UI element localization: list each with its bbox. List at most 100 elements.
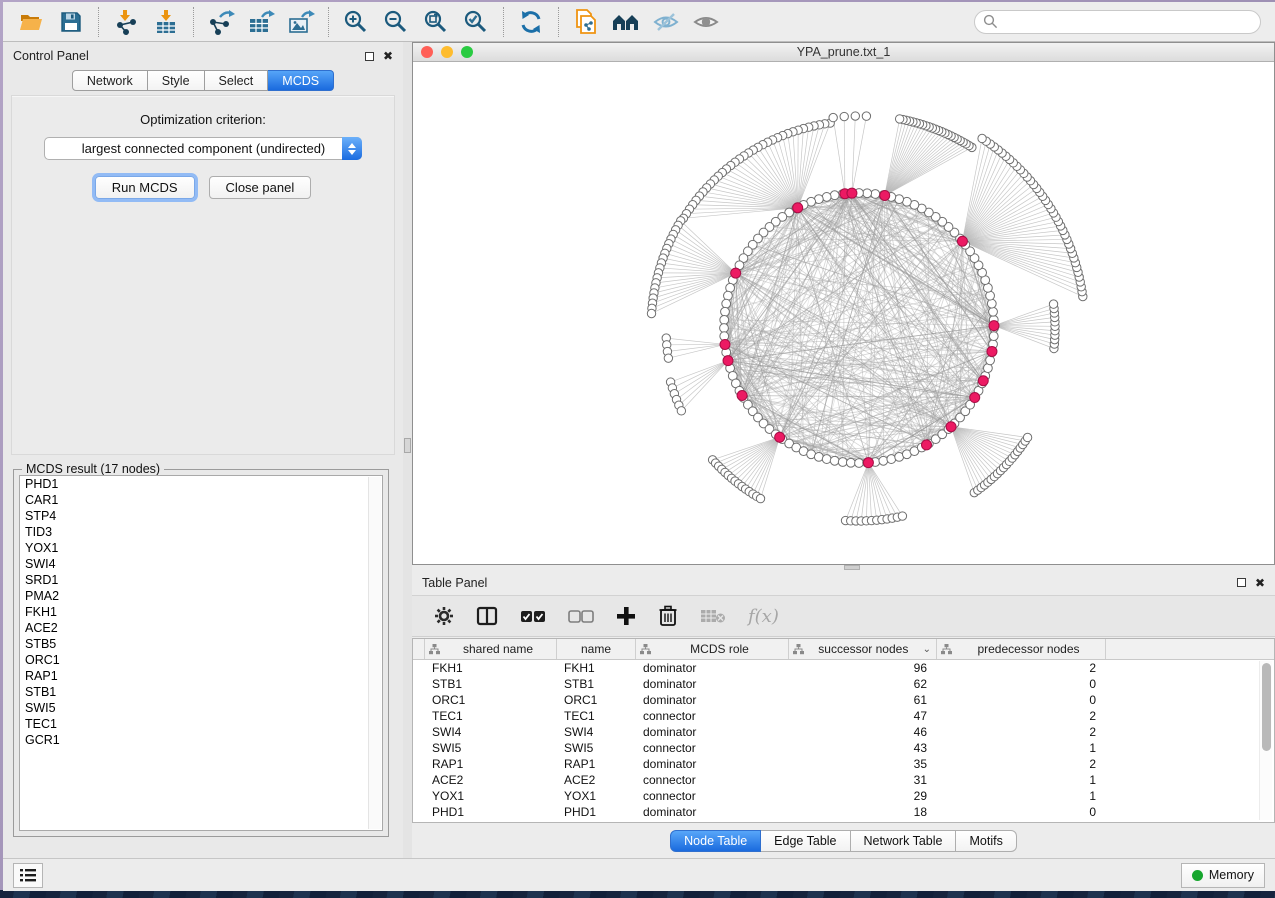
mcds-result-item[interactable]: YOX1 [20,540,382,556]
table-scrollbar[interactable] [1259,661,1272,820]
table-cell[interactable]: 2 [937,709,1106,723]
column-header-mcds-role[interactable]: MCDS role [636,639,789,659]
refresh-view-button[interactable] [511,6,551,38]
table-cell[interactable]: connector [636,789,789,803]
table-cell[interactable]: dominator [636,693,789,707]
table-row[interactable]: SWI5SWI5connector431 [413,740,1274,756]
network-canvas[interactable] [413,62,1274,564]
table-cell[interactable]: 2 [937,661,1106,675]
memory-button[interactable]: Memory [1181,863,1265,888]
select-all-button[interactable] [520,610,546,623]
table-cell[interactable]: ACE2 [425,773,557,787]
column-layout-button[interactable] [476,606,498,626]
table-settings-button[interactable] [434,606,454,626]
zoom-fit-button[interactable] [416,6,456,38]
table-row[interactable]: PHD1PHD1dominator180 [413,804,1274,820]
table-cell[interactable]: 1 [937,741,1106,755]
show-panels-button[interactable] [13,863,43,888]
mcds-list-scrollbar[interactable] [368,477,381,829]
run-mcds-button[interactable]: Run MCDS [95,176,195,199]
mcds-result-item[interactable]: STB5 [20,636,382,652]
mcds-result-item[interactable]: PMA2 [20,588,382,604]
table-row[interactable]: TEC1TEC1connector472 [413,708,1274,724]
table-cell[interactable]: YOX1 [557,789,636,803]
tab-select[interactable]: Select [205,70,269,91]
table-cell[interactable]: 0 [937,693,1106,707]
mcds-result-item[interactable]: ORC1 [20,652,382,668]
close-panel-icon[interactable]: ✖ [383,50,393,62]
add-column-button[interactable] [616,606,636,626]
table-row[interactable]: FKH1FKH1dominator962 [413,660,1274,676]
tab-mcds[interactable]: MCDS [268,70,334,91]
table-cell[interactable]: connector [636,773,789,787]
table-row[interactable]: STB1STB1dominator620 [413,676,1274,692]
mcds-result-item[interactable]: PHD1 [20,476,382,492]
vertical-splitter[interactable] [403,42,412,858]
table-cell[interactable]: 47 [789,709,937,723]
column-header-successor-nodes[interactable]: successor nodes ⌄ [789,639,937,659]
table-cell[interactable]: STB1 [557,677,636,691]
export-image-button[interactable] [281,6,321,38]
table-cell[interactable]: ORC1 [425,693,557,707]
column-header-predecessor-nodes[interactable]: predecessor nodes [937,639,1106,659]
import-table-button[interactable] [146,6,186,38]
save-session-button[interactable] [51,6,91,38]
table-row[interactable]: ORC1ORC1dominator610 [413,692,1274,708]
table-cell[interactable]: 35 [789,757,937,771]
table-cell[interactable]: 2 [937,725,1106,739]
table-cell[interactable]: SWI5 [425,741,557,755]
search-box[interactable] [974,10,1261,34]
table-cell[interactable]: 96 [789,661,937,675]
table-cell[interactable]: RAP1 [557,757,636,771]
column-header-shared-name[interactable]: shared name [425,639,557,659]
table-cell[interactable]: 62 [789,677,937,691]
table-cell[interactable]: dominator [636,677,789,691]
mcds-result-item[interactable]: TID3 [20,524,382,540]
table-cell[interactable]: SWI4 [557,725,636,739]
table-row[interactable]: YOX1YOX1connector291 [413,788,1274,804]
mcds-result-item[interactable]: SRD1 [20,572,382,588]
table-cell[interactable]: TEC1 [425,709,557,723]
delete-column-button[interactable] [658,605,678,627]
table-cell[interactable]: 0 [937,677,1106,691]
mcds-result-item[interactable]: RAP1 [20,668,382,684]
table-cell[interactable]: connector [636,741,789,755]
open-file-button[interactable] [11,6,51,38]
close-panel-button[interactable]: Close panel [209,176,312,199]
tab-style[interactable]: Style [148,70,205,91]
table-cell[interactable]: dominator [636,661,789,675]
deselect-all-button[interactable] [568,610,594,623]
table-cell[interactable]: 43 [789,741,937,755]
mcds-result-item[interactable]: CAR1 [20,492,382,508]
table-row[interactable]: SWI4SWI4dominator462 [413,724,1274,740]
network-titlebar[interactable]: YPA_prune.txt_1 [413,43,1274,62]
mcds-result-list[interactable]: PHD1CAR1STP4TID3YOX1SWI4SRD1PMA2FKH1ACE2… [19,475,383,831]
table-cell[interactable]: 1 [937,773,1106,787]
first-neighbors-button[interactable] [606,6,646,38]
mcds-result-item[interactable]: STB1 [20,684,382,700]
table-row[interactable]: ACE2ACE2connector311 [413,772,1274,788]
copy-network-button[interactable] [566,6,606,38]
export-network-button[interactable] [201,6,241,38]
table-cell[interactable]: ORC1 [557,693,636,707]
table-cell[interactable]: FKH1 [425,661,557,675]
table-cell[interactable]: connector [636,709,789,723]
close-panel-icon[interactable]: ✖ [1255,577,1265,589]
splitter-handle[interactable] [404,438,411,453]
export-table-button[interactable] [241,6,281,38]
table-cell[interactable]: 0 [937,805,1106,819]
table-cell[interactable]: 46 [789,725,937,739]
table-cell[interactable]: SWI4 [425,725,557,739]
hide-selected-button[interactable] [646,6,686,38]
mcds-result-item[interactable]: TEC1 [20,716,382,732]
table-cell[interactable]: FKH1 [557,661,636,675]
float-panel-icon[interactable] [365,52,374,61]
zoom-selected-button[interactable] [456,6,496,38]
table-cell[interactable]: PHD1 [425,805,557,819]
tab-network[interactable]: Network [72,70,148,91]
table-row[interactable]: RAP1RAP1dominator352 [413,756,1274,772]
table-cell[interactable]: dominator [636,757,789,771]
zoom-in-button[interactable] [336,6,376,38]
criterion-dropdown[interactable]: largest connected component (undirected) [44,137,362,160]
table-cell[interactable]: ACE2 [557,773,636,787]
